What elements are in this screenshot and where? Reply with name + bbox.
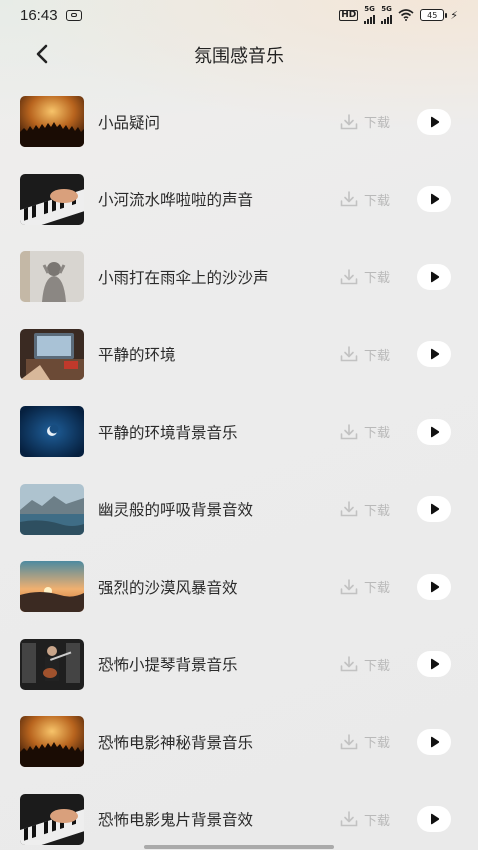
signal-icon-sim2: 5G bbox=[381, 5, 393, 24]
track-thumbnail bbox=[20, 638, 84, 690]
download-label: 下载 bbox=[364, 348, 391, 364]
track-title: 强烈的沙漠风暴音效 bbox=[98, 578, 238, 597]
download-button[interactable]: 下载 bbox=[340, 655, 390, 674]
track-title: 小雨打在雨伞上的沙沙声 bbox=[98, 268, 269, 287]
download-label: 下载 bbox=[364, 736, 391, 752]
download-button[interactable]: 下载 bbox=[340, 190, 390, 209]
track-thumbnail bbox=[20, 561, 84, 613]
download-icon bbox=[340, 501, 358, 517]
download-label: 下载 bbox=[364, 271, 391, 287]
home-indicator[interactable] bbox=[144, 845, 334, 849]
status-bar: 16:43 HD 5G 5G 45 ⚡ bbox=[0, 0, 478, 30]
track-title: 恐怖小提琴背景音乐 bbox=[98, 656, 238, 675]
download-button[interactable]: 下载 bbox=[340, 267, 390, 286]
download-button[interactable]: 下载 bbox=[340, 732, 390, 751]
track-thumbnail bbox=[20, 716, 84, 768]
hd-badge: HD bbox=[339, 9, 359, 21]
track-thumbnail bbox=[20, 483, 84, 535]
download-button[interactable]: 下载 bbox=[340, 422, 390, 441]
download-label: 下载 bbox=[364, 426, 391, 442]
download-button[interactable]: 下载 bbox=[340, 345, 390, 364]
play-icon bbox=[431, 581, 440, 593]
screen-record-icon bbox=[65, 9, 82, 21]
music-list-item[interactable]: 小品疑问 下载 bbox=[0, 83, 478, 161]
track-title: 小河流水哗啦啦的声音 bbox=[98, 191, 254, 210]
track-thumbnail bbox=[20, 793, 84, 845]
music-list-item[interactable]: 小雨打在雨伞上的沙沙声 下载 bbox=[0, 238, 478, 316]
track-title: 恐怖电影神秘背景音乐 bbox=[98, 733, 254, 752]
download-button[interactable]: 下载 bbox=[340, 810, 390, 829]
status-time: 16:43 bbox=[20, 6, 58, 24]
music-list-item[interactable]: 强烈的沙漠风暴音效 下载 bbox=[0, 548, 478, 626]
download-icon bbox=[340, 811, 358, 827]
signal-icon-sim1: 5G bbox=[364, 5, 376, 24]
play-icon bbox=[431, 193, 440, 205]
wifi-icon bbox=[398, 9, 414, 21]
battery-level: 45 bbox=[427, 10, 438, 20]
track-title: 平静的环境 bbox=[98, 346, 176, 365]
play-icon bbox=[431, 813, 440, 825]
header: 氛围感音乐 bbox=[0, 32, 478, 76]
play-button[interactable] bbox=[417, 728, 451, 755]
music-list-item[interactable]: 恐怖电影神秘背景音乐 下载 bbox=[0, 703, 478, 781]
download-button[interactable]: 下载 bbox=[340, 112, 390, 131]
track-thumbnail bbox=[20, 96, 84, 148]
play-icon bbox=[431, 736, 440, 748]
download-label: 下载 bbox=[364, 658, 391, 674]
download-icon bbox=[340, 578, 358, 595]
battery-icon: 45 bbox=[420, 9, 448, 21]
play-icon bbox=[431, 116, 440, 128]
play-button[interactable] bbox=[417, 651, 451, 678]
download-icon bbox=[340, 423, 358, 440]
status-indicators: HD 5G 5G 45 ⚡ bbox=[339, 6, 458, 24]
track-title: 平静的环境背景音乐 bbox=[98, 423, 238, 442]
play-button[interactable] bbox=[417, 108, 451, 135]
charging-icon: ⚡ bbox=[450, 8, 458, 22]
music-list: 小品疑问 下载 小河流水哗啦啦的声音 下载 小雨打在雨伞上的沙沙声 下载 平静的… bbox=[0, 83, 478, 850]
play-button[interactable] bbox=[417, 806, 451, 833]
play-icon bbox=[431, 658, 440, 670]
play-button[interactable] bbox=[417, 418, 451, 445]
sim1-network-label: 5G bbox=[364, 5, 375, 13]
music-list-item[interactable]: 平静的环境背景音乐 下载 bbox=[0, 393, 478, 471]
download-icon bbox=[340, 113, 358, 130]
download-icon bbox=[340, 346, 358, 362]
download-button[interactable]: 下载 bbox=[340, 500, 390, 519]
play-button[interactable] bbox=[417, 263, 451, 290]
download-label: 下载 bbox=[364, 581, 391, 597]
music-list-item[interactable]: 小河流水哗啦啦的声音 下载 bbox=[0, 161, 478, 239]
track-title: 小品疑问 bbox=[98, 113, 161, 132]
track-title: 幽灵般的呼吸背景音效 bbox=[98, 501, 254, 520]
download-icon bbox=[340, 733, 358, 750]
download-label: 下载 bbox=[364, 813, 391, 829]
music-list-item[interactable]: 恐怖小提琴背景音乐 下载 bbox=[0, 626, 478, 704]
track-title: 恐怖电影鬼片背景音效 bbox=[98, 811, 254, 830]
track-thumbnail bbox=[20, 173, 84, 225]
music-list-item[interactable]: 平静的环境 下载 bbox=[0, 316, 478, 394]
music-list-item[interactable]: 幽灵般的呼吸背景音效 下载 bbox=[0, 471, 478, 549]
download-label: 下载 bbox=[364, 193, 391, 209]
music-list-item[interactable]: 恐怖电影鬼片背景音效 下载 bbox=[0, 781, 478, 850]
play-icon bbox=[431, 348, 440, 360]
play-icon bbox=[431, 426, 440, 438]
download-label: 下载 bbox=[364, 116, 391, 132]
play-icon bbox=[431, 271, 440, 283]
download-icon bbox=[340, 191, 358, 207]
sim2-network-label: 5G bbox=[381, 5, 392, 13]
download-icon bbox=[340, 656, 358, 672]
play-icon bbox=[431, 503, 440, 515]
page-title: 氛围感音乐 bbox=[194, 46, 284, 67]
play-button[interactable] bbox=[417, 341, 451, 368]
download-icon bbox=[340, 268, 358, 285]
play-button[interactable] bbox=[417, 186, 451, 213]
play-button[interactable] bbox=[417, 573, 451, 600]
track-thumbnail bbox=[20, 251, 84, 303]
download-button[interactable]: 下载 bbox=[340, 577, 390, 596]
play-button[interactable] bbox=[417, 496, 451, 523]
track-thumbnail bbox=[20, 328, 84, 380]
track-thumbnail bbox=[20, 406, 84, 458]
download-label: 下载 bbox=[364, 503, 391, 519]
